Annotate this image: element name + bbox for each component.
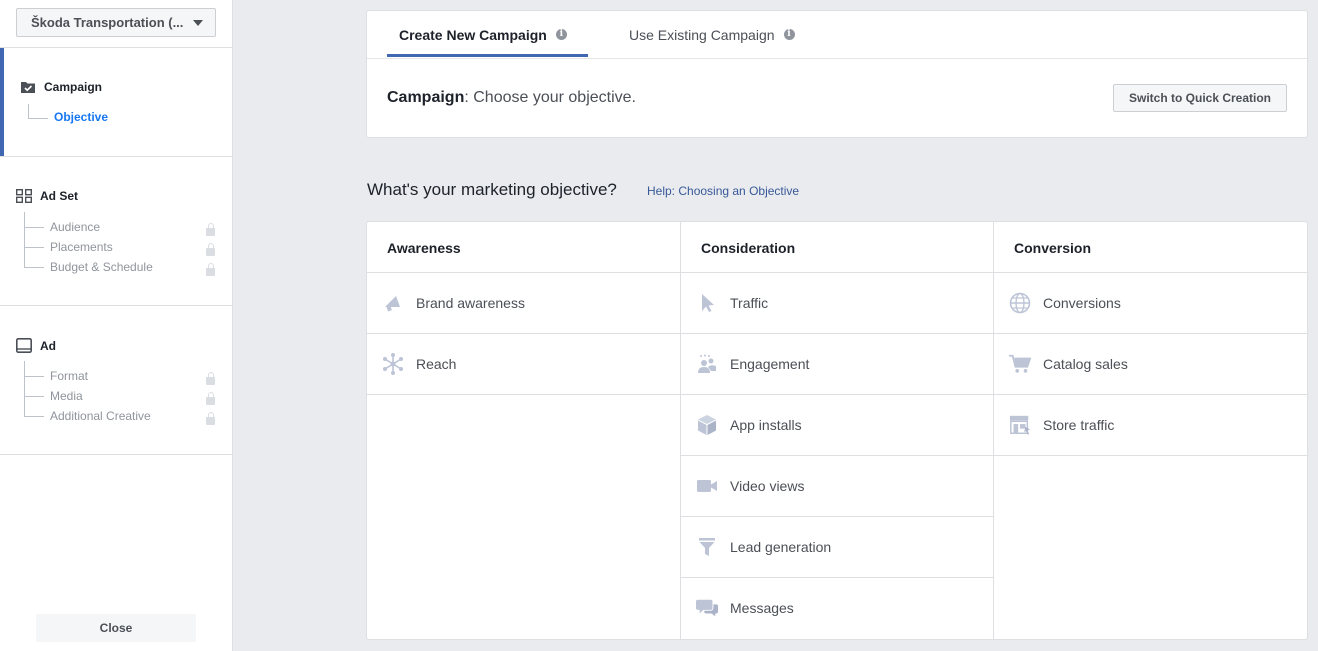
tree-line (24, 396, 44, 397)
globe-icon (1009, 292, 1031, 314)
objective-label: Engagement (730, 356, 810, 372)
objective-traffic[interactable]: Traffic (681, 272, 993, 333)
tree-line (24, 247, 44, 248)
objective-label: Reach (416, 356, 457, 372)
chat-icon (696, 597, 718, 619)
people-icon (696, 353, 718, 375)
megaphone-icon (382, 292, 404, 314)
column-header-conversion: Conversion (1014, 240, 1092, 256)
switch-to-quick-creation-button[interactable]: Switch to Quick Creation (1113, 84, 1287, 112)
sidebar-item-audience[interactable]: Audience (50, 220, 100, 234)
reach-icon (382, 353, 404, 375)
divider (0, 47, 232, 48)
tree-line (24, 227, 44, 228)
sidebar-section-ad[interactable]: Ad (16, 338, 56, 353)
sidebar: Škoda Transportation (... Campaign Objec… (0, 0, 233, 651)
objective-messages[interactable]: Messages (681, 577, 993, 638)
box-icon (696, 414, 718, 436)
objective-label: Video views (730, 478, 805, 494)
objective-label: Messages (730, 600, 794, 616)
lock-icon (206, 263, 215, 276)
sidebar-item-placements[interactable]: Placements (50, 240, 113, 254)
close-button[interactable]: Close (36, 614, 196, 642)
objective-label: Conversions (1043, 295, 1121, 311)
funnel-icon (696, 536, 718, 558)
campaign-card: Create New Campaign i Use Existing Campa… (366, 10, 1308, 138)
objective-reach[interactable]: Reach (367, 333, 680, 394)
conversion-column: Conversion Conversions Catalog sales Sto… (994, 222, 1307, 639)
objective-engagement[interactable]: Engagement (681, 333, 993, 394)
chevron-down-icon (193, 20, 203, 26)
campaign-label: Campaign (387, 89, 465, 106)
column-header-consideration: Consideration (701, 240, 796, 256)
objective-label: Catalog sales (1043, 356, 1128, 372)
objective-video-views[interactable]: Video views (681, 455, 993, 516)
sidebar-item-objective[interactable]: Objective (54, 110, 108, 124)
objective-label: Lead generation (730, 539, 832, 555)
tree-line (24, 267, 44, 268)
tab-use-existing-campaign[interactable]: Use Existing Campaign i (629, 11, 795, 58)
lock-icon (206, 243, 215, 256)
objective-store-traffic[interactable]: Store traffic (994, 394, 1307, 455)
tree-line (24, 212, 25, 268)
store-icon (1009, 414, 1031, 436)
lock-icon (206, 223, 215, 236)
objective-heading: What's your marketing objective? (367, 180, 617, 199)
active-tab-underline (387, 54, 588, 57)
objective-label: Brand awareness (416, 295, 525, 311)
objective-brand-awareness[interactable]: Brand awareness (367, 272, 680, 333)
divider (0, 305, 232, 306)
tab-label: Use Existing Campaign (629, 26, 775, 43)
sidebar-section-adset[interactable]: Ad Set (16, 189, 78, 203)
lock-icon (206, 412, 215, 425)
sidebar-item-budget-schedule[interactable]: Budget & Schedule (50, 260, 153, 274)
sidebar-section-campaign[interactable]: Campaign (20, 80, 102, 94)
campaign-prompt-text: : Choose your objective. (464, 89, 636, 106)
objective-conversions[interactable]: Conversions (994, 272, 1307, 333)
consideration-column: Consideration Traffic Engagement App ins… (681, 222, 993, 639)
sidebar-item-format[interactable]: Format (50, 369, 88, 383)
divider (0, 454, 232, 455)
video-camera-icon (696, 475, 718, 497)
account-label: Škoda Transportation (... (31, 15, 184, 30)
objective-label: App installs (730, 417, 802, 433)
objective-lead-generation[interactable]: Lead generation (681, 516, 993, 577)
cart-icon (1009, 353, 1031, 375)
adset-title: Ad Set (40, 189, 79, 203)
sidebar-item-media[interactable]: Media (50, 389, 83, 403)
tab-create-new-campaign[interactable]: Create New Campaign i (399, 11, 567, 58)
objective-label: Traffic (730, 295, 769, 311)
sidebar-item-additional-creative[interactable]: Additional Creative (50, 409, 151, 423)
tree-line (24, 416, 44, 417)
tree-line (28, 118, 48, 119)
objective-label: Store traffic (1043, 417, 1115, 433)
column-header-awareness: Awareness (387, 240, 461, 256)
tree-line (28, 104, 29, 118)
info-icon[interactable]: i (783, 29, 795, 40)
row-divider (367, 394, 680, 395)
lock-icon (206, 392, 215, 405)
active-section-indicator (0, 48, 4, 156)
objective-app-installs[interactable]: App installs (681, 394, 993, 455)
cursor-icon (696, 292, 718, 314)
campaign-title: Campaign (44, 80, 103, 94)
lock-icon (206, 372, 215, 385)
divider (367, 58, 1307, 59)
folder-check-icon (20, 80, 36, 94)
divider (0, 156, 232, 157)
awareness-column: Awareness Brand awareness Reach (367, 222, 680, 639)
objective-grid: Awareness Brand awareness Reach Consider… (366, 221, 1308, 640)
tab-label: Create New Campaign (399, 26, 547, 43)
tree-line (24, 361, 25, 417)
info-icon[interactable]: i (555, 29, 567, 40)
help-link[interactable]: Help: Choosing an Objective (647, 184, 799, 198)
tree-line (24, 376, 44, 377)
grid-icon (16, 189, 32, 203)
account-dropdown[interactable]: Škoda Transportation (... (16, 8, 216, 37)
objective-catalog-sales[interactable]: Catalog sales (994, 333, 1307, 394)
ad-preview-icon (16, 338, 32, 353)
campaign-objective-prompt: Campaign: Choose your objective. (387, 89, 636, 107)
ad-title: Ad (40, 338, 56, 353)
row-divider (994, 455, 1307, 456)
